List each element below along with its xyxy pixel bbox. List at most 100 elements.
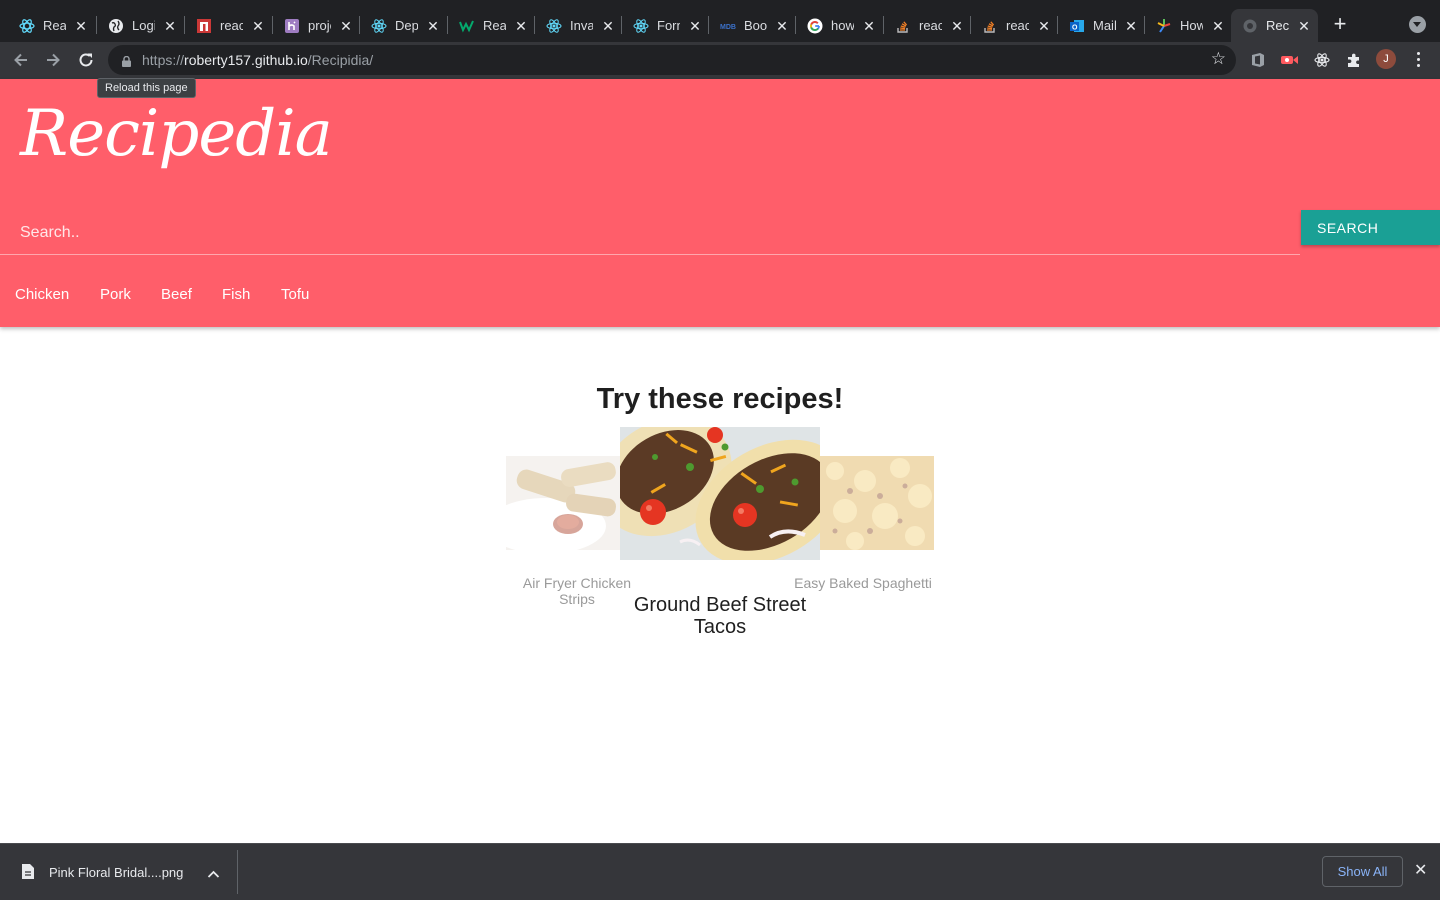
lock-icon xyxy=(122,54,131,67)
close-icon[interactable]: ✕ xyxy=(1298,19,1310,33)
back-icon[interactable] xyxy=(11,50,31,70)
category-link-pork[interactable]: Pork xyxy=(100,286,131,303)
close-icon[interactable]: ✕ xyxy=(951,19,963,33)
reload-icon[interactable] xyxy=(76,50,96,70)
chevron-up-icon[interactable] xyxy=(207,866,220,878)
download-file-name[interactable]: Pink Floral Bridal....png xyxy=(49,865,183,880)
category-link-fish[interactable]: Fish xyxy=(222,286,250,303)
browser-tab[interactable]: MDB Bootstrap ✕ xyxy=(709,9,796,42)
npm-icon xyxy=(196,18,212,34)
react-devtools-icon[interactable] xyxy=(1313,51,1331,69)
url-text: https://roberty157.github.io/Recipidia/ xyxy=(142,52,373,68)
tab-title: react xyxy=(1006,18,1029,33)
w3schools-icon xyxy=(459,18,475,34)
category-link-beef[interactable]: Beef xyxy=(161,286,192,303)
browser-tab[interactable]: react ✕ xyxy=(185,9,272,42)
tab-title: Deploy xyxy=(395,18,418,33)
loading-globe-icon xyxy=(1242,18,1258,34)
close-icon[interactable]: ✕ xyxy=(1414,863,1427,879)
bookmark-star-icon[interactable]: ☆ xyxy=(1211,50,1226,68)
site-logo[interactable]: Recipedia xyxy=(20,97,333,171)
address-bar[interactable]: https://roberty157.github.io/Recipidia/ … xyxy=(108,45,1236,75)
profile-avatar[interactable]: J xyxy=(1376,49,1396,69)
mdb-icon: MDB xyxy=(720,18,736,34)
browser-tab[interactable]: Login ✕ xyxy=(97,9,184,42)
recipe-image-street-tacos[interactable] xyxy=(620,427,820,560)
browser-tab[interactable]: O Mail ✕ xyxy=(1058,9,1145,42)
tab-title: Forms xyxy=(657,18,680,33)
react-icon xyxy=(546,18,562,34)
tab-title: how xyxy=(831,18,854,33)
tab-title: React xyxy=(483,18,506,33)
tab-title: Login xyxy=(132,18,155,33)
outlook-icon: O xyxy=(1069,18,1085,34)
tab-search-icon[interactable] xyxy=(1409,16,1426,33)
globe-icon xyxy=(108,18,124,34)
close-icon[interactable]: ✕ xyxy=(515,19,527,33)
browser-tab[interactable]: Forms ✕ xyxy=(622,9,709,42)
tab-title: Recipedia xyxy=(1266,18,1289,33)
tab-title: How xyxy=(1180,18,1203,33)
close-icon[interactable]: ✕ xyxy=(602,19,614,33)
extensions-puzzle-icon[interactable] xyxy=(1345,51,1363,69)
browser-tab[interactable]: project ✕ xyxy=(273,9,360,42)
browser-tab[interactable]: React ✕ xyxy=(448,9,535,42)
stackoverflow-icon xyxy=(982,18,998,34)
tab-title: React xyxy=(43,18,66,33)
tab-title: Mail xyxy=(1093,18,1116,33)
section-title: Try these recipes! xyxy=(596,383,844,415)
browser-tab-strip: React ✕ Login ✕ react ✕ project ✕ Deploy… xyxy=(0,0,1440,42)
browser-tab[interactable]: Invalid ✕ xyxy=(535,9,622,42)
url-scheme: https:// xyxy=(142,52,185,68)
office-extension-icon[interactable] xyxy=(1249,51,1267,69)
close-icon[interactable]: ✕ xyxy=(252,19,264,33)
browser-tab[interactable]: Deploy ✕ xyxy=(360,9,447,42)
site-header: Recipedia SEARCH Chicken Pork Beef Fish … xyxy=(0,79,1440,327)
browser-tab[interactable]: react ✕ xyxy=(971,9,1058,42)
close-icon[interactable]: ✕ xyxy=(164,19,176,33)
close-icon[interactable]: ✕ xyxy=(689,19,701,33)
search-button[interactable]: SEARCH xyxy=(1301,210,1440,245)
tab-title: react xyxy=(919,18,942,33)
browser-tab[interactable]: React ✕ xyxy=(8,9,95,42)
recipe-image-chicken-strips[interactable] xyxy=(506,456,620,550)
show-all-downloads-button[interactable]: Show All xyxy=(1322,856,1403,887)
screen-recorder-extension-icon[interactable] xyxy=(1281,51,1299,69)
close-icon[interactable]: ✕ xyxy=(427,19,439,33)
svg-text:MDB: MDB xyxy=(720,24,736,31)
download-bar: Pink Floral Bridal....png Show All ✕ xyxy=(0,843,1440,900)
recipe-image-baked-spaghetti[interactable] xyxy=(820,456,934,550)
close-icon[interactable]: ✕ xyxy=(1038,19,1050,33)
browser-tab-active[interactable]: Recipedia ✕ xyxy=(1231,9,1318,42)
forward-icon[interactable] xyxy=(43,50,63,70)
url-path: /Recipidia/ xyxy=(307,52,374,68)
tab-title: project xyxy=(308,18,331,33)
browser-tab[interactable]: react ✕ xyxy=(884,9,971,42)
close-icon[interactable]: ✕ xyxy=(340,19,352,33)
google-icon xyxy=(807,18,823,34)
download-divider xyxy=(237,850,238,894)
tab-title: react xyxy=(220,18,243,33)
close-icon[interactable]: ✕ xyxy=(863,19,875,33)
close-icon[interactable]: ✕ xyxy=(75,19,87,33)
new-tab-button[interactable]: + xyxy=(1330,13,1350,35)
search-input[interactable] xyxy=(0,211,1300,255)
tab-title: Bootstrap xyxy=(744,18,767,33)
svg-text:O: O xyxy=(1072,24,1078,31)
close-icon[interactable]: ✕ xyxy=(776,19,788,33)
recipe-title-street-tacos[interactable]: Ground Beef Street Tacos xyxy=(620,594,820,638)
recipe-title-baked-spaghetti[interactable]: Easy Baked Spaghetti xyxy=(784,575,942,591)
category-link-chicken[interactable]: Chicken xyxy=(15,286,69,303)
browser-tab[interactable]: How ✕ xyxy=(1145,9,1231,42)
url-host: roberty157.github.io xyxy=(184,52,308,68)
tab-title: Invalid xyxy=(570,18,593,33)
category-link-tofu[interactable]: Tofu xyxy=(281,286,309,303)
reload-tooltip: Reload this page xyxy=(97,78,196,98)
react-bootstrap-icon xyxy=(19,18,35,34)
browser-menu-icon[interactable] xyxy=(1412,52,1424,68)
browser-tab[interactable]: how ✕ xyxy=(796,9,883,42)
close-icon[interactable]: ✕ xyxy=(1212,19,1224,33)
browser-toolbar: https://roberty157.github.io/Recipidia/ … xyxy=(0,42,1440,79)
close-icon[interactable]: ✕ xyxy=(1125,19,1137,33)
file-icon xyxy=(22,864,34,879)
